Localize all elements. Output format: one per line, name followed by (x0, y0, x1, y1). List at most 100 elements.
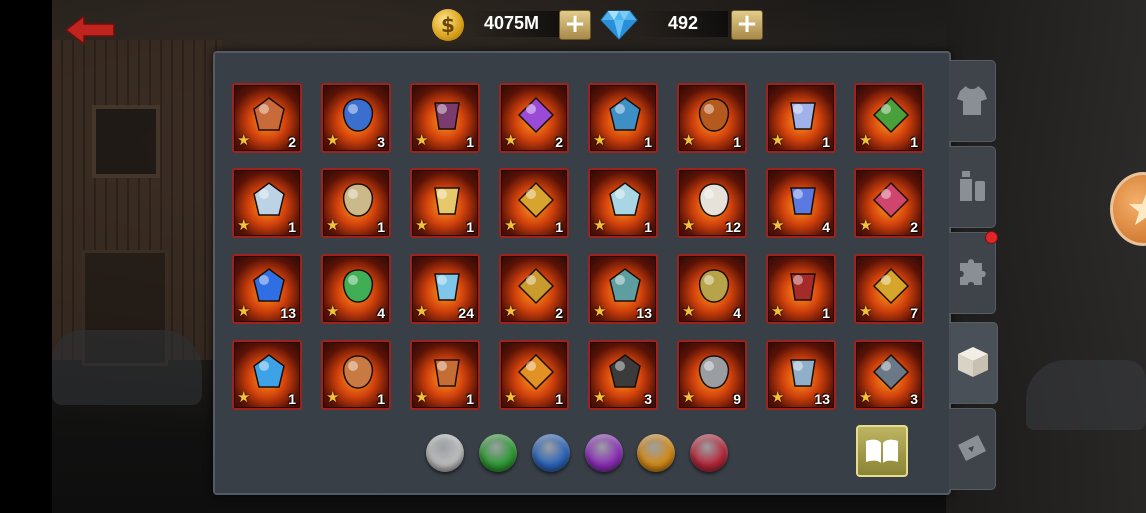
tab-potions[interactable] (949, 146, 996, 228)
box-icon (958, 347, 988, 377)
anchor-icon (342, 98, 374, 132)
star-rating-icon: ★ (237, 388, 251, 406)
inventory-slot-royal-crown[interactable]: ★ 2 (854, 168, 924, 238)
inventory-slot-ice-block[interactable]: ★ 1 (588, 168, 658, 238)
gold-helmet-icon (698, 269, 730, 303)
star-rating-icon: ★ (593, 388, 607, 406)
star-rating-icon: ★ (682, 216, 696, 234)
inventory-slot-knight-helmet[interactable]: ★ 9 (677, 340, 747, 410)
filter-red-button[interactable] (690, 434, 728, 472)
inventory-slot-crystal-shard[interactable]: ★ 1 (232, 168, 302, 238)
tab-tickets[interactable] (949, 408, 996, 490)
item-count: 3 (910, 391, 918, 407)
inventory-slot-green-plate-armor[interactable]: ★ 13 (588, 254, 658, 324)
inventory-slot-gold-scepter[interactable]: ★ 7 (854, 254, 924, 324)
copper-ring-1-icon (342, 355, 374, 389)
inventory-slot-crystal-heart[interactable]: ★ 24 (410, 254, 480, 324)
item-count: 13 (280, 305, 296, 321)
ice-gauntlet-icon (790, 102, 816, 130)
star-rating-icon: ★ (504, 388, 518, 406)
inventory-slot-demon-helmet[interactable]: ★ 1 (766, 254, 836, 324)
inventory-slot-scroll[interactable]: ★ 1 (321, 168, 391, 238)
open-book-icon (866, 439, 898, 463)
filter-orange-button[interactable] (637, 434, 675, 472)
filter-white-button[interactable] (426, 434, 464, 472)
item-count: 1 (644, 219, 652, 235)
inventory-slot-gold-helmet[interactable]: ★ 4 (677, 254, 747, 324)
inventory-slot-copper-ring-1[interactable]: ★ 1 (321, 340, 391, 410)
star-rating-icon: ★ (237, 302, 251, 320)
inventory-slot-emerald-wings[interactable]: ★ 4 (321, 254, 391, 324)
item-count: 9 (733, 391, 741, 407)
inventory-slot-dark-flower[interactable]: ★ 1 (410, 83, 480, 153)
item-count: 13 (814, 391, 830, 407)
inventory-slot-horn[interactable]: ★ 1 (410, 168, 480, 238)
star-rating-icon: ★ (415, 131, 429, 149)
item-count: 3 (377, 134, 385, 150)
star-rating-icon: ★ (504, 302, 518, 320)
star-icon (1129, 194, 1146, 225)
item-count: 1 (822, 134, 830, 150)
gold-chain-icon (517, 181, 555, 219)
feather-amulet-icon (698, 183, 730, 217)
item-count: 24 (458, 305, 474, 321)
item-count: 1 (733, 134, 741, 150)
blue-orb-ring-icon (790, 187, 816, 215)
house-window (92, 105, 160, 178)
item-count: 13 (636, 305, 652, 321)
scroll-icon (342, 183, 374, 217)
inventory-slot-steel-claw[interactable]: ★ 13 (766, 340, 836, 410)
steel-claw-icon (790, 359, 816, 387)
emerald-wings-icon (342, 269, 374, 303)
star-rating-icon: ★ (771, 302, 785, 320)
add-gold-button[interactable]: + (559, 10, 591, 40)
inventory-slot-sapphire-sun[interactable]: ★ 13 (232, 254, 302, 324)
star-rating-icon: ★ (326, 302, 340, 320)
inventory-slot-steel-gauntlet[interactable]: ★ 3 (854, 340, 924, 410)
star-rating-icon: ★ (504, 216, 518, 234)
star-rating-icon: ★ (593, 131, 607, 149)
star-rating-icon: ★ (682, 131, 696, 149)
inventory-slot-fire-hourglass[interactable]: ★ 1 (499, 340, 569, 410)
diamond-icon (600, 10, 638, 40)
inventory-slot-blue-orb-ring[interactable]: ★ 4 (766, 168, 836, 238)
tab-puzzle[interactable] (949, 232, 996, 314)
inventory-slot-gold-chain[interactable]: ★ 1 (499, 168, 569, 238)
filter-blue-button[interactable] (532, 434, 570, 472)
item-count: 2 (555, 134, 563, 150)
inventory-slot-feather-amulet[interactable]: ★ 12 (677, 168, 747, 238)
inventory-slot-fire-armor[interactable]: ★ 1 (677, 83, 747, 153)
inventory-slot-copper-ring-2[interactable]: ★ 1 (410, 340, 480, 410)
star-rating-icon: ★ (771, 216, 785, 234)
gold-blue-emblem-icon (517, 267, 555, 305)
inventory-slot-flaming-belt[interactable]: ★ 2 (232, 83, 302, 153)
gold-scepter-icon (872, 267, 910, 305)
inventory-slot-purple-amulet[interactable]: ★ 2 (499, 83, 569, 153)
inventory-slot-hooded-cloak[interactable]: ★ 3 (588, 340, 658, 410)
inventory-slot-ice-gauntlet[interactable]: ★ 1 (766, 83, 836, 153)
inventory-slot-anchor[interactable]: ★ 3 (321, 83, 391, 153)
green-plate-armor-icon (609, 268, 641, 302)
back-button[interactable] (64, 14, 116, 46)
item-count: 4 (377, 305, 385, 321)
item-count: 1 (822, 305, 830, 321)
knight-helmet-icon (698, 355, 730, 389)
inventory-slot-green-herb[interactable]: ★ 1 (854, 83, 924, 153)
item-count: 4 (822, 219, 830, 235)
inventory-slot-gold-blue-emblem[interactable]: ★ 2 (499, 254, 569, 324)
parked-car (1026, 360, 1146, 430)
collection-book-button[interactable] (856, 425, 908, 477)
purple-amulet-icon (517, 96, 555, 134)
filter-green-button[interactable] (479, 434, 517, 472)
fire-hourglass-icon (517, 353, 555, 391)
star-rating-icon: ★ (504, 131, 518, 149)
inventory-slot-blue-chest-armor[interactable]: ★ 1 (588, 83, 658, 153)
filter-purple-button[interactable] (585, 434, 623, 472)
fire-armor-icon (698, 98, 730, 132)
notification-dot (985, 231, 998, 244)
tab-materials[interactable] (949, 322, 998, 404)
tab-equipment[interactable] (949, 60, 996, 142)
add-gems-button[interactable]: + (731, 10, 763, 40)
inventory-slot-water-orb[interactable]: ★ 1 (232, 340, 302, 410)
dark-flower-icon (434, 102, 460, 130)
